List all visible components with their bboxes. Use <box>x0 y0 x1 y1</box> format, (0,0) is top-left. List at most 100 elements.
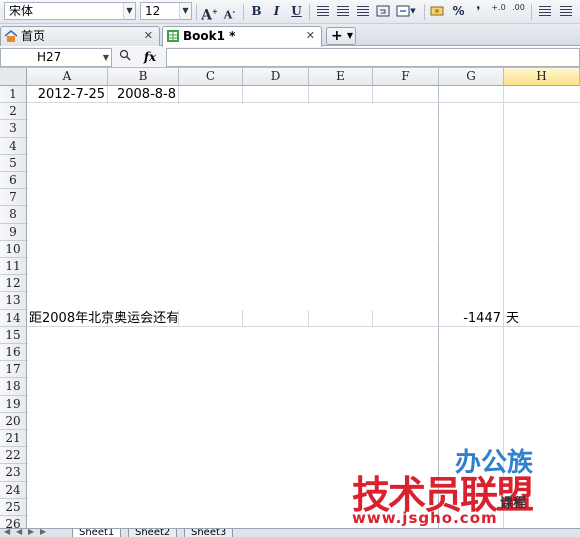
spreadsheet-icon <box>167 30 179 42</box>
formula-input[interactable] <box>166 48 580 67</box>
row-header[interactable]: 6 <box>0 172 27 190</box>
wrap-text-button[interactable] <box>373 2 392 21</box>
watermark-url: www.jsgho.com <box>352 509 498 527</box>
sheet-tab-sheet1[interactable]: Sheet1 <box>72 529 122 537</box>
row-header[interactable]: 20 <box>0 412 27 430</box>
toolbar-separator <box>196 4 197 20</box>
sheet-tab-sheet2[interactable]: Sheet2 <box>128 529 178 537</box>
indent-increase-icon <box>559 6 572 16</box>
spreadsheet-grid[interactable]: A B C D E F G H 2012-7-25 2008-8-8 距2008… <box>0 68 580 528</box>
column-header-h[interactable]: H <box>504 68 580 86</box>
last-sheet-icon[interactable]: ▶ <box>40 529 46 536</box>
merged-region <box>439 104 503 310</box>
toolbar-separator <box>243 4 244 20</box>
column-header-b[interactable]: B <box>108 68 179 86</box>
grow-font-label: A <box>201 7 212 24</box>
row-header[interactable]: 11 <box>0 258 27 276</box>
row-header[interactable]: 7 <box>0 189 27 207</box>
next-sheet-icon[interactable]: ▶ <box>28 529 34 536</box>
column-header-a[interactable]: A <box>27 68 108 86</box>
row-header[interactable]: 17 <box>0 361 27 379</box>
percent-button[interactable]: % <box>449 2 468 21</box>
align-left-button[interactable] <box>313 2 332 21</box>
cell-g14[interactable]: -1447 <box>439 310 504 327</box>
indent-decrease-icon <box>538 6 551 16</box>
grow-font-button[interactable]: A+ <box>200 2 219 24</box>
cell-a14[interactable]: 距2008年北京奥运会还有 <box>29 310 429 327</box>
function-icon[interactable]: fx <box>144 50 156 64</box>
column-header-d[interactable]: D <box>243 68 309 86</box>
row-header[interactable]: 19 <box>0 395 27 413</box>
row-header[interactable]: 9 <box>0 223 27 241</box>
row-header[interactable]: 26 <box>0 516 27 528</box>
first-sheet-icon[interactable]: ◀ <box>4 529 10 536</box>
cell-b1[interactable]: 2008-8-8 <box>108 86 179 103</box>
comma-button[interactable]: ❜ <box>469 2 488 21</box>
zoom-icon[interactable] <box>118 48 132 67</box>
toolbar-separator <box>531 4 532 20</box>
watermark-sub: 课程 <box>500 496 527 511</box>
row-header[interactable]: 15 <box>0 326 27 344</box>
row-header[interactable]: 4 <box>0 137 27 155</box>
row-header[interactable]: 25 <box>0 498 27 516</box>
sheet-tab-bar: ◀ ◀ ▶ ▶ Sheet1 Sheet2 Sheet3 <box>0 528 580 537</box>
shrink-font-button[interactable]: A- <box>220 2 239 22</box>
row-header[interactable]: 22 <box>0 447 27 465</box>
chevron-down-icon[interactable]: ▼ <box>179 3 191 19</box>
align-center-button[interactable] <box>333 2 352 21</box>
font-size-select[interactable]: 12 ▼ <box>140 2 192 20</box>
row-header[interactable]: 21 <box>0 430 27 448</box>
cell-h14[interactable]: 天 <box>506 310 576 327</box>
row-header[interactable]: 12 <box>0 275 27 293</box>
formula-bar: H27 ▼ fx <box>0 47 580 68</box>
align-right-button[interactable] <box>353 2 372 21</box>
increase-decimal-button[interactable]: +.0 <box>489 2 508 21</box>
row-header[interactable]: 2 <box>0 103 27 121</box>
column-header-f[interactable]: F <box>373 68 439 86</box>
row-header[interactable]: 23 <box>0 464 27 482</box>
row-header[interactable]: 3 <box>0 120 27 138</box>
row-header[interactable]: 5 <box>0 154 27 172</box>
prev-sheet-icon[interactable]: ◀ <box>16 529 22 536</box>
row-header[interactable]: 8 <box>0 206 27 224</box>
italic-button[interactable]: I <box>267 2 286 21</box>
close-icon[interactable]: ✕ <box>144 27 153 45</box>
column-header-e[interactable]: E <box>309 68 373 86</box>
row-header[interactable]: 13 <box>0 292 27 310</box>
increase-indent-button[interactable] <box>556 2 575 21</box>
chevron-down-icon[interactable]: ▼ <box>103 49 109 66</box>
new-tab-button[interactable]: + ▼ <box>326 27 356 45</box>
plus-icon: + <box>331 28 343 44</box>
decrease-decimal-button[interactable]: .00 <box>509 2 528 21</box>
cell-reference: H27 <box>37 50 62 64</box>
sheet-tab-sheet3[interactable]: Sheet3 <box>184 529 234 537</box>
font-name-select[interactable]: 宋体 ▼ <box>4 2 136 20</box>
merged-region <box>28 104 438 310</box>
merge-cells-icon <box>396 5 410 17</box>
font-name-value: 宋体 <box>9 4 34 18</box>
name-box[interactable]: H27 ▼ <box>0 48 112 67</box>
decrease-indent-button[interactable] <box>535 2 554 21</box>
tab-book1[interactable]: Book1 * ✕ <box>162 26 322 47</box>
merged-region <box>504 104 580 310</box>
currency-button[interactable] <box>428 2 447 21</box>
row-header[interactable]: 18 <box>0 378 27 396</box>
column-header-c[interactable]: C <box>179 68 243 86</box>
row-header[interactable]: 14 <box>0 309 27 327</box>
tab-home[interactable]: 首页 ✕ <box>0 26 160 46</box>
toolbar-separator <box>309 4 310 20</box>
chevron-down-icon[interactable]: ▼ <box>123 3 135 19</box>
document-tab-bar: 首页 ✕ Book1 * ✕ + ▼ <box>0 24 580 47</box>
close-icon[interactable]: ✕ <box>306 27 315 45</box>
column-header-g[interactable]: G <box>439 68 504 86</box>
row-header[interactable]: 1 <box>0 86 27 104</box>
bold-button[interactable]: B <box>247 2 266 21</box>
row-header[interactable]: 16 <box>0 344 27 362</box>
row-header[interactable]: 24 <box>0 481 27 499</box>
underline-button[interactable]: U <box>287 2 306 21</box>
row-header[interactable]: 10 <box>0 240 27 258</box>
cell-a1[interactable]: 2012-7-25 <box>27 86 108 103</box>
merge-cells-button[interactable]: ▼ <box>393 2 419 21</box>
chevron-down-icon[interactable]: ▼ <box>347 28 353 44</box>
select-all-corner[interactable] <box>0 68 27 86</box>
